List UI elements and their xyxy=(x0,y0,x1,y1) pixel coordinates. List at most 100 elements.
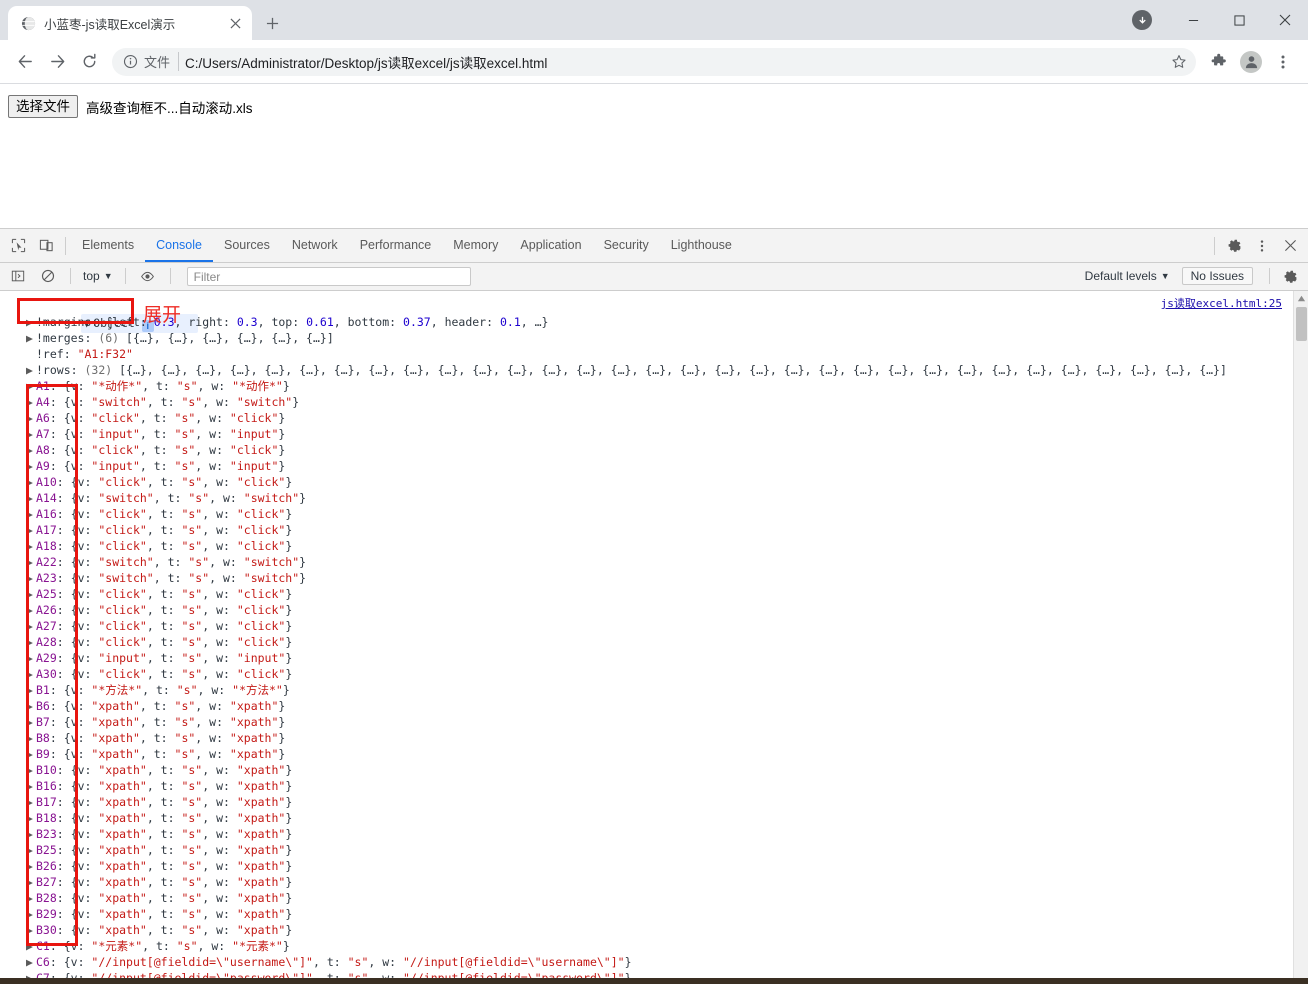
expand-caret-icon[interactable]: ▶ xyxy=(26,698,36,714)
expand-caret-icon[interactable]: ▶ xyxy=(26,714,36,730)
expand-caret-icon[interactable]: ▶ xyxy=(26,666,36,682)
expand-caret-icon[interactable]: ▶ xyxy=(26,730,36,746)
console-sidebar-icon[interactable] xyxy=(4,263,32,289)
page-info-icon[interactable] xyxy=(122,54,138,70)
expand-caret-icon[interactable]: ▶ xyxy=(26,362,36,378)
choose-file-button[interactable]: 选择文件 xyxy=(8,95,78,118)
expand-caret-icon[interactable]: ▶ xyxy=(26,954,36,970)
console-property-row[interactable]: ▶ A10: {v: "click", t: "s", w: "click"} xyxy=(0,474,1308,490)
expand-caret-icon[interactable]: ▶ xyxy=(26,506,36,522)
console-property-row[interactable]: ▶ A1: {v: "*动作*", t: "s", w: "*动作*"} xyxy=(0,378,1308,394)
console-property-row[interactable]: ▶ B17: {v: "xpath", t: "s", w: "xpath"} xyxy=(0,794,1308,810)
tab-memory[interactable]: Memory xyxy=(442,229,509,262)
tab-application[interactable]: Application xyxy=(509,229,592,262)
close-button[interactable] xyxy=(1262,4,1308,36)
tab-elements[interactable]: Elements xyxy=(71,229,145,262)
clear-console-icon[interactable] xyxy=(34,263,62,289)
expand-caret-icon[interactable]: ▶ xyxy=(26,586,36,602)
console-property-row[interactable]: ▶ B10: {v: "xpath", t: "s", w: "xpath"} xyxy=(0,762,1308,778)
expand-caret-icon[interactable]: ▶ xyxy=(26,650,36,666)
expand-caret-icon[interactable]: ▶ xyxy=(26,474,36,490)
expand-caret-icon[interactable]: ▶ xyxy=(26,330,36,346)
console-property-row[interactable]: ▶ A29: {v: "input", t: "s", w: "input"} xyxy=(0,650,1308,666)
console-property-row[interactable]: ▶ B8: {v: "xpath", t: "s", w: "xpath"} xyxy=(0,730,1308,746)
minimize-button[interactable] xyxy=(1170,4,1216,36)
console-property-row[interactable]: ▶ B23: {v: "xpath", t: "s", w: "xpath"} xyxy=(0,826,1308,842)
console-property-row[interactable]: ▶ !margins: {left: 0.3, right: 0.3, top: … xyxy=(0,314,1308,330)
devtools-close-icon[interactable] xyxy=(1276,233,1304,259)
forward-button[interactable] xyxy=(42,47,72,77)
expand-caret-icon[interactable]: ▶ xyxy=(26,634,36,650)
console-property-row[interactable]: ▶ B30: {v: "xpath", t: "s", w: "xpath"} xyxy=(0,922,1308,938)
tab-sources[interactable]: Sources xyxy=(213,229,281,262)
console-property-row[interactable]: ▶ A6: {v: "click", t: "s", w: "click"} xyxy=(0,410,1308,426)
console-filter-input[interactable]: Filter xyxy=(186,266,471,286)
console-property-row[interactable]: ▶ !merges: (6) [{…}, {…}, {…}, {…}, {…}, … xyxy=(0,330,1308,346)
console-property-row[interactable]: ▶ A14: {v: "switch", t: "s", w: "switch"} xyxy=(0,490,1308,506)
console-property-row[interactable]: ▶ A17: {v: "click", t: "s", w: "click"} xyxy=(0,522,1308,538)
console-scrollbar[interactable] xyxy=(1293,290,1308,984)
console-property-row[interactable]: ▶ B16: {v: "xpath", t: "s", w: "xpath"} xyxy=(0,778,1308,794)
console-property-row[interactable]: ▶ A23: {v: "switch", t: "s", w: "switch"} xyxy=(0,570,1308,586)
device-toolbar-icon[interactable] xyxy=(32,233,60,259)
console-property-row[interactable]: ▶ A8: {v: "click", t: "s", w: "click"} xyxy=(0,442,1308,458)
expand-caret-icon[interactable]: ▶ xyxy=(26,938,36,954)
console-property-row[interactable]: ▶ B29: {v: "xpath", t: "s", w: "xpath"} xyxy=(0,906,1308,922)
console-property-row[interactable]: ▶ A26: {v: "click", t: "s", w: "click"} xyxy=(0,602,1308,618)
scroll-up-icon[interactable] xyxy=(1294,291,1308,306)
console-property-row[interactable]: ▶ A7: {v: "input", t: "s", w: "input"} xyxy=(0,426,1308,442)
expand-caret-icon[interactable]: ▶ xyxy=(26,442,36,458)
console-property-row[interactable]: ▶ A16: {v: "click", t: "s", w: "click"} xyxy=(0,506,1308,522)
console-property-row[interactable]: ▶ B1: {v: "*方法*", t: "s", w: "*方法*"} xyxy=(0,682,1308,698)
console-output[interactable]: js读取excel.html:25 ▼ Object i ▶ !margins: {… xyxy=(0,290,1308,984)
console-settings-gear-icon[interactable] xyxy=(1276,263,1304,289)
console-property-row[interactable]: ▶ B28: {v: "xpath", t: "s", w: "xpath"} xyxy=(0,890,1308,906)
expand-caret-icon[interactable]: ▶ xyxy=(26,842,36,858)
console-property-row[interactable]: ▶ A18: {v: "click", t: "s", w: "click"} xyxy=(0,538,1308,554)
console-property-row[interactable]: ▶ A9: {v: "input", t: "s", w: "input"} xyxy=(0,458,1308,474)
bookmark-star-icon[interactable] xyxy=(1168,51,1190,73)
issues-button[interactable]: No Issues xyxy=(1181,267,1253,286)
tab-lighthouse[interactable]: Lighthouse xyxy=(660,229,743,262)
expand-caret-icon[interactable]: ▶ xyxy=(26,314,36,330)
console-property-row[interactable]: ▶ A25: {v: "click", t: "s", w: "click"} xyxy=(0,586,1308,602)
console-property-row[interactable]: ▶ C6: {v: "//input[@fieldid=\"username\"]… xyxy=(0,954,1308,970)
log-levels-selector[interactable]: Default levels ▼ xyxy=(1085,269,1170,283)
console-property-row[interactable]: ▶ B9: {v: "xpath", t: "s", w: "xpath"} xyxy=(0,746,1308,762)
console-property-row[interactable]: ▶ A28: {v: "click", t: "s", w: "click"} xyxy=(0,634,1308,650)
back-button[interactable] xyxy=(10,47,40,77)
reload-button[interactable] xyxy=(74,47,104,77)
expand-caret-icon[interactable]: ▶ xyxy=(26,794,36,810)
execution-context-selector[interactable]: top ▼ xyxy=(79,269,117,283)
browser-tab[interactable]: 小蓝枣-js读取Excel演示 xyxy=(8,6,252,40)
expand-caret-icon[interactable]: ▶ xyxy=(26,906,36,922)
tab-security[interactable]: Security xyxy=(593,229,660,262)
expand-caret-icon[interactable]: ▶ xyxy=(26,458,36,474)
console-property-row[interactable]: !ref: "A1:F32" xyxy=(0,346,1308,362)
expand-caret-icon[interactable]: ▶ xyxy=(26,602,36,618)
expand-caret-icon[interactable]: ▶ xyxy=(26,858,36,874)
expand-caret-icon[interactable]: ▶ xyxy=(26,682,36,698)
expand-caret-icon[interactable]: ▶ xyxy=(26,554,36,570)
console-property-row[interactable]: ▶ B18: {v: "xpath", t: "s", w: "xpath"} xyxy=(0,810,1308,826)
address-bar[interactable]: 文件 C:/Users/Administrator/Desktop/js读取ex… xyxy=(112,47,1196,76)
console-property-row[interactable]: ▶ B7: {v: "xpath", t: "s", w: "xpath"} xyxy=(0,714,1308,730)
download-icon[interactable] xyxy=(1132,10,1152,30)
chrome-menu-icon[interactable] xyxy=(1268,47,1298,77)
console-property-row[interactable]: ▶ C1: {v: "*元素*", t: "s", w: "*元素*"} xyxy=(0,938,1308,954)
expand-caret-icon[interactable]: ▶ xyxy=(26,874,36,890)
profile-avatar[interactable] xyxy=(1236,47,1266,77)
expand-caret-icon[interactable]: ▶ xyxy=(26,426,36,442)
tab-console[interactable]: Console xyxy=(145,229,213,262)
tab-close-icon[interactable] xyxy=(226,14,244,32)
expand-caret-icon[interactable]: ▶ xyxy=(26,826,36,842)
expand-caret-icon[interactable]: ▶ xyxy=(26,378,36,394)
console-property-row[interactable]: ▶ A30: {v: "click", t: "s", w: "click"} xyxy=(0,666,1308,682)
expand-caret-icon[interactable]: ▶ xyxy=(26,618,36,634)
console-group-header[interactable]: ▼ Object i xyxy=(0,295,1308,333)
maximize-button[interactable] xyxy=(1216,4,1262,36)
console-property-row[interactable]: ▶ A22: {v: "switch", t: "s", w: "switch"} xyxy=(0,554,1308,570)
tab-network[interactable]: Network xyxy=(281,229,349,262)
expand-caret-icon[interactable]: ▶ xyxy=(26,778,36,794)
console-property-row[interactable]: ▶ B25: {v: "xpath", t: "s", w: "xpath"} xyxy=(0,842,1308,858)
